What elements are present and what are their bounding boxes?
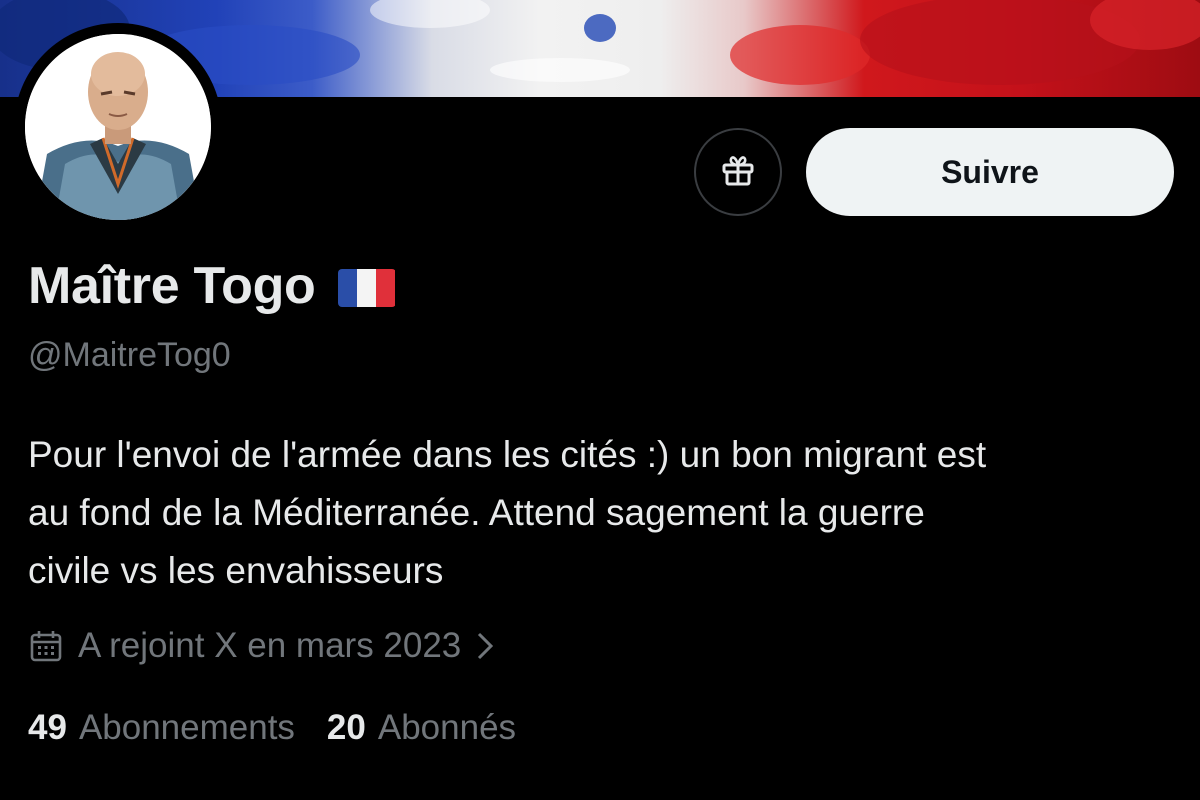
followers-count: 20 (326, 708, 366, 747)
follow-button[interactable]: Suivre (806, 128, 1174, 216)
display-name: Maître Togo (28, 257, 316, 315)
following-count: 49 (28, 708, 67, 747)
calendar-icon (28, 628, 64, 664)
profile-avatar[interactable] (14, 23, 222, 231)
profile-bio: Pour l'envoi de l'armée dans les cités :… (28, 426, 1178, 600)
joined-date-row[interactable]: A rejoint X en mars 2023 (28, 626, 495, 666)
chevron-right-icon (475, 630, 495, 662)
joined-date-text: A rejoint X en mars 2023 (78, 626, 462, 665)
bio-line: civile vs les envahisseurs (28, 550, 444, 591)
profile-handle: @MaitreTog0 (28, 336, 231, 374)
followers-link[interactable]: 20 Abonnés (327, 708, 516, 748)
profile-stats: 49 Abonnements 20 Abonnés (28, 708, 516, 748)
following-link[interactable]: 49 Abonnements (28, 708, 295, 748)
gift-icon (719, 151, 757, 194)
avatar-character-illustration (25, 34, 211, 220)
followers-label: Abonnés (377, 708, 517, 747)
bio-line: Pour l'envoi de l'armée dans les cités :… (28, 434, 987, 475)
avatar-image (25, 34, 211, 220)
gift-button[interactable] (694, 128, 782, 216)
french-flag-icon (337, 269, 396, 307)
profile-name-row: Maître Togo (28, 256, 396, 316)
following-label: Abonnements (78, 708, 295, 747)
bio-line: au fond de la Méditerranée. Attend sagem… (28, 492, 925, 533)
